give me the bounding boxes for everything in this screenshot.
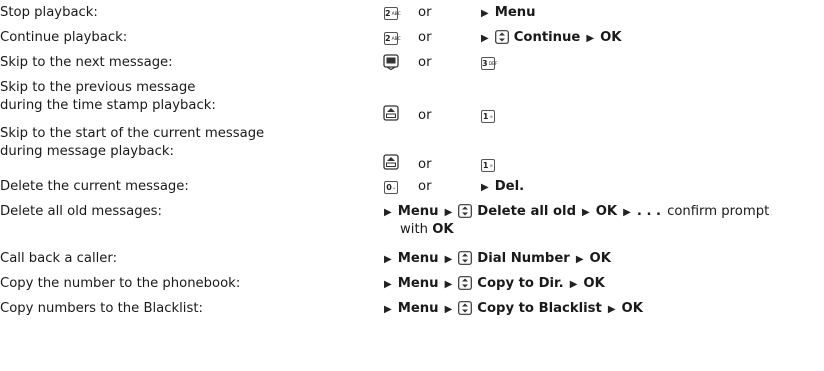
command-sequence: ▶ Del. — [481, 179, 525, 194]
row-label-line1: Skip to the previous message — [0, 80, 196, 95]
command-sequence: ▶ Menu — [481, 5, 536, 20]
key-1-icon: 1∞ — [481, 159, 495, 172]
or-text: or — [418, 30, 432, 45]
play-triangle-icon: ▶ — [481, 33, 489, 44]
key-2-icon: 2ABC — [384, 7, 401, 20]
play-triangle-icon: ▶ — [607, 304, 616, 315]
command-sequence: ▶ Continue ▶ OK — [481, 30, 622, 45]
or-text: or — [418, 108, 432, 123]
control-up-key-icon — [383, 105, 399, 121]
play-triangle-icon: ▶ — [575, 254, 584, 265]
row-label: Copy numbers to the Blacklist: — [0, 301, 203, 316]
command-sequence: ▶ Menu ▶ Copy to Dir. ▶ OK — [384, 276, 605, 291]
play-triangle-icon: ▶ — [444, 304, 453, 315]
key-2-icon: 2ABC — [384, 32, 401, 45]
row-label: Continue playback: — [0, 30, 128, 45]
play-triangle-icon: ▶ — [444, 207, 453, 218]
answering-machine-key-icon — [383, 54, 399, 70]
row-label-line2: during the time stamp playback: — [0, 98, 216, 113]
row-label-line1: Skip to the start of the current message — [0, 126, 265, 141]
play-triangle-icon: ▶ — [384, 207, 392, 218]
play-triangle-icon: ▶ — [582, 207, 590, 218]
or-text: or — [418, 5, 432, 20]
or-text: or — [418, 179, 432, 194]
play-triangle-icon: ▶ — [384, 304, 392, 315]
play-triangle-icon: ▶ — [569, 279, 578, 290]
or-text: or — [418, 55, 432, 70]
key-1-icon: 1∞ — [481, 110, 495, 123]
play-triangle-icon: ▶ — [481, 182, 489, 193]
command-sequence: ▶ Menu ▶ Copy to Blacklist ▶ OK — [384, 301, 643, 316]
key-0-icon: 0⌣ — [384, 181, 398, 194]
key-3-icon: 3DEF — [481, 57, 498, 70]
nav-key-updown-icon — [458, 276, 473, 290]
play-triangle-icon: ▶ — [444, 254, 453, 265]
row-label: Delete all old messages: — [0, 204, 162, 219]
play-triangle-icon: ▶ — [384, 254, 392, 265]
nav-key-updown-icon — [494, 30, 509, 44]
command-sequence: ▶ Menu ▶ Delete all old ▶ OK ▶. . . confirm pro… — [384, 204, 770, 219]
nav-key-updown-icon — [458, 204, 473, 218]
play-triangle-icon: ▶ — [623, 207, 631, 218]
row-label-line2: during message playback: — [0, 144, 174, 159]
command-sequence: ▶ Menu ▶ Dial Number ▶ OK — [384, 251, 611, 266]
row-label: Skip to the next message: — [0, 55, 173, 70]
play-triangle-icon: ▶ — [481, 8, 489, 19]
play-triangle-icon: ▶ — [586, 33, 595, 44]
nav-key-updown-icon — [458, 301, 473, 315]
row-label: Stop playback: — [0, 5, 98, 20]
play-triangle-icon: ▶ — [444, 279, 453, 290]
row-label: Copy the number to the phonebook: — [0, 276, 241, 291]
control-up-key-icon — [383, 154, 399, 170]
or-text: or — [418, 157, 432, 172]
play-triangle-icon: ▶ — [384, 279, 392, 290]
row-label: Call back a caller: — [0, 251, 118, 266]
nav-key-updown-icon — [458, 251, 473, 265]
command-continuation: with OK — [400, 222, 454, 237]
row-label: Delete the current message: — [0, 179, 189, 194]
